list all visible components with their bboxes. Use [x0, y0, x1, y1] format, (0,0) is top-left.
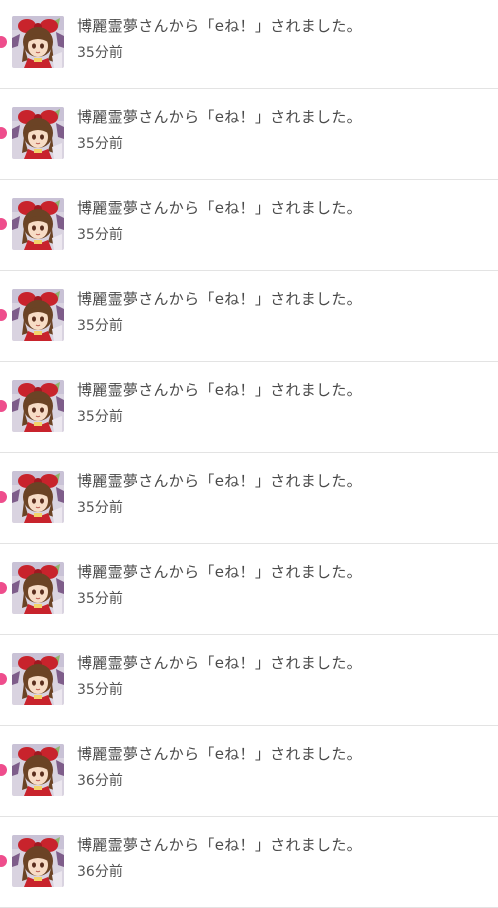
notification-item[interactable]: 博麗霊夢さんから「eね！」されました。 35分前: [0, 635, 498, 726]
notification-message: 博麗霊夢さんから「eね！」されました。: [77, 381, 362, 399]
unread-dot-icon: [0, 491, 7, 503]
unread-dot-icon: [0, 218, 7, 230]
notification-message: 博麗霊夢さんから「eね！」されました。: [77, 563, 362, 581]
notification-item[interactable]: 博麗霊夢さんから「eね！」されました。 35分前: [0, 180, 498, 271]
notification-time: 35分前: [77, 500, 123, 516]
unread-dot-icon: [0, 36, 7, 48]
notification-item[interactable]: 博麗霊夢さんから「eね！」されました。 35分前: [0, 362, 498, 453]
notification-message: 博麗霊夢さんから「eね！」されました。: [77, 836, 362, 854]
notification-time: 35分前: [77, 227, 123, 243]
notification-message: 博麗霊夢さんから「eね！」されました。: [77, 108, 362, 126]
notification-item[interactable]: 博麗霊夢さんから「eね！」されました。 35分前: [0, 271, 498, 362]
user-avatar-icon[interactable]: [12, 198, 64, 250]
notification-time: 36分前: [77, 773, 123, 789]
unread-dot-icon: [0, 855, 7, 867]
notification-item[interactable]: 博麗霊夢さんから「eね！」されました。 35分前: [0, 544, 498, 635]
user-avatar-icon[interactable]: [12, 653, 64, 705]
notification-item[interactable]: 博麗霊夢さんから「eね！」されました。 36分前: [0, 817, 498, 908]
unread-dot-icon: [0, 309, 7, 321]
notification-time: 35分前: [77, 318, 123, 334]
notification-time: 35分前: [77, 682, 123, 698]
notification-message: 博麗霊夢さんから「eね！」されました。: [77, 290, 362, 308]
notification-message: 博麗霊夢さんから「eね！」されました。: [77, 654, 362, 672]
notification-time: 35分前: [77, 136, 123, 152]
notification-message: 博麗霊夢さんから「eね！」されました。: [77, 472, 362, 490]
user-avatar-icon[interactable]: [12, 380, 64, 432]
user-avatar-icon[interactable]: [12, 289, 64, 341]
notification-time: 36分前: [77, 864, 123, 880]
unread-dot-icon: [0, 673, 7, 685]
notification-time: 35分前: [77, 45, 123, 61]
unread-dot-icon: [0, 582, 7, 594]
user-avatar-icon[interactable]: [12, 835, 64, 887]
user-avatar-icon[interactable]: [12, 16, 64, 68]
notification-item[interactable]: 博麗霊夢さんから「eね！」されました。 35分前: [0, 453, 498, 544]
notification-item[interactable]: 博麗霊夢さんから「eね！」されました。 36分前: [0, 726, 498, 817]
user-avatar-icon[interactable]: [12, 744, 64, 796]
notification-item[interactable]: 博麗霊夢さんから「eね！」されました。 35分前: [0, 89, 498, 180]
unread-dot-icon: [0, 400, 7, 412]
notification-message: 博麗霊夢さんから「eね！」されました。: [77, 17, 362, 35]
unread-dot-icon: [0, 764, 7, 776]
notification-item[interactable]: 博麗霊夢さんから「eね！」されました。 35分前: [0, 0, 498, 89]
user-avatar-icon[interactable]: [12, 562, 64, 614]
notification-message: 博麗霊夢さんから「eね！」されました。: [77, 745, 362, 763]
user-avatar-icon[interactable]: [12, 107, 64, 159]
notification-list: 博麗霊夢さんから「eね！」されました。 35分前 博麗霊夢さんから「eね！」されま…: [0, 0, 498, 908]
notification-time: 35分前: [77, 409, 123, 425]
unread-dot-icon: [0, 127, 7, 139]
notification-message: 博麗霊夢さんから「eね！」されました。: [77, 199, 362, 217]
user-avatar-icon[interactable]: [12, 471, 64, 523]
notification-time: 35分前: [77, 591, 123, 607]
